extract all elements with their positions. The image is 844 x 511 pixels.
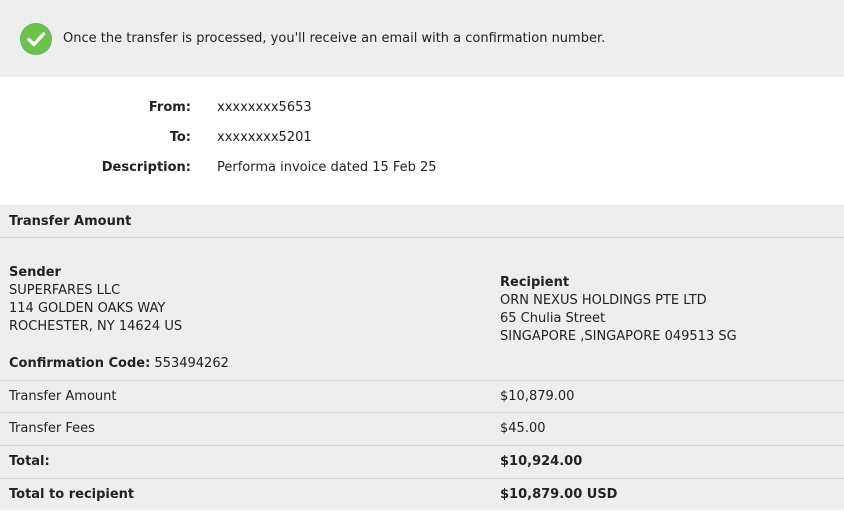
total-label: Total: xyxy=(9,454,50,469)
table-row: Transfer Amount $10,879.00 xyxy=(0,380,844,413)
confirmation-code-label: Confirmation Code: xyxy=(9,356,151,371)
table-row: Total: $10,924.00 xyxy=(0,445,844,478)
recipient-block: Recipient ORN NEXUS HOLDINGS PTE LTD 65 … xyxy=(500,274,737,346)
total-to-recipient-value: $10,879.00 USD xyxy=(500,487,618,502)
confirmation-code-value: 553494262 xyxy=(154,356,229,371)
table-row: Total to recipient $10,879.00 USD xyxy=(0,478,844,511)
table-row: Transfer Fees $45.00 xyxy=(0,412,844,445)
transfer-fees-value: $45.00 xyxy=(500,421,546,436)
sender-address-line1: 114 GOLDEN OAKS WAY xyxy=(9,301,166,316)
sender-name: SUPERFARES LLC xyxy=(9,283,121,298)
sender-title: Sender xyxy=(9,265,61,280)
transfer-amount-label: Transfer Amount xyxy=(9,389,117,404)
from-account: xxxxxxxx5653 xyxy=(217,100,312,115)
transfer-details: From: xxxxxxxx5653 To: xxxxxxxx5201 Desc… xyxy=(0,77,844,205)
from-label: From: xyxy=(148,100,191,115)
to-row: To: xxxxxxxx5201 xyxy=(0,128,844,148)
recipient-address-line2: SINGAPORE ,SINGAPORE 049513 SG xyxy=(500,329,737,344)
sender-address-line2: ROCHESTER, NY 14624 US xyxy=(9,319,183,334)
confirmation-banner: Once the transfer is processed, you'll r… xyxy=(0,0,844,77)
recipient-address-line1: 65 Chulia Street xyxy=(500,311,606,326)
banner-message: Once the transfer is processed, you'll r… xyxy=(63,31,606,46)
to-label: To: xyxy=(169,130,191,145)
from-row: From: xxxxxxxx5653 xyxy=(0,98,844,118)
transfer-fees-label: Transfer Fees xyxy=(9,421,95,436)
panel-title: Transfer Amount xyxy=(9,214,132,229)
confirmation-code: Confirmation Code: 553494262 xyxy=(9,355,229,373)
description-label: Description: xyxy=(101,160,191,175)
panel-header: Transfer Amount xyxy=(0,205,844,238)
check-circle-icon xyxy=(20,23,52,55)
description-row: Description: Performa invoice dated 15 F… xyxy=(0,158,844,178)
to-account: xxxxxxxx5201 xyxy=(217,130,312,145)
transfer-amount-value: $10,879.00 xyxy=(500,389,575,404)
recipient-title: Recipient xyxy=(500,275,570,290)
total-to-recipient-label: Total to recipient xyxy=(9,487,135,502)
recipient-name: ORN NEXUS HOLDINGS PTE LTD xyxy=(500,293,707,308)
description-value: Performa invoice dated 15 Feb 25 xyxy=(217,160,437,175)
total-value: $10,924.00 xyxy=(500,454,583,469)
sender-block: Sender SUPERFARES LLC 114 GOLDEN OAKS WA… xyxy=(9,264,182,336)
transfer-amount-panel: Transfer Amount Sender SUPERFARES LLC 11… xyxy=(0,205,844,510)
